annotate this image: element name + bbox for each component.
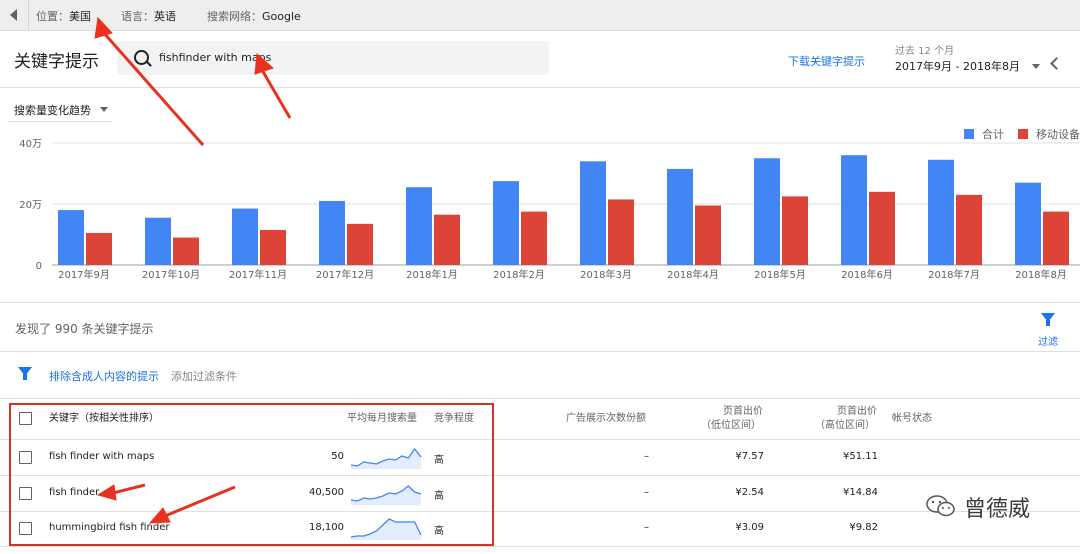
- filter-icon: [1041, 313, 1055, 326]
- bar-total: [145, 217, 171, 265]
- x-tick-label: 2018年1月: [406, 268, 458, 281]
- results-count: 发现了 990 条关键字提示: [15, 322, 154, 336]
- results-summary: 发现了 990 条关键字提示 过滤: [0, 303, 1080, 352]
- bar-mobile: [1043, 211, 1069, 265]
- x-tick-label: 2018年6月: [841, 268, 893, 281]
- bar-total: [841, 155, 867, 265]
- search-volume-chart-panel: 搜索量变化趋势 合计 移动设备 0 20万 40万 2017年9月 2017年10月 20…: [0, 88, 1080, 303]
- x-tick-label: 2018年5月: [754, 268, 806, 281]
- chevron-left-icon[interactable]: [1050, 57, 1063, 70]
- filter-chips-row: 排除含成人内容的提示 添加过滤条件: [0, 352, 1080, 399]
- x-tick-label: 2018年2月: [493, 268, 545, 281]
- bar-total: [580, 161, 606, 265]
- bar-mobile: [782, 196, 808, 265]
- bar-total: [319, 200, 345, 265]
- x-tick-label: 2017年9月: [58, 268, 110, 281]
- bar-mobile: [86, 232, 112, 265]
- col-bid-low-title[interactable]: 页首出价: [723, 405, 763, 419]
- x-tick-label: 2017年11月: [229, 268, 287, 281]
- location-bar: 位置：美国 语言：英语 搜索网络：Google: [0, 0, 1080, 31]
- add-filter-button[interactable]: 添加过滤条件: [171, 368, 237, 384]
- location-value: 美国: [69, 10, 91, 23]
- search-icon: [134, 50, 149, 65]
- filter-label: 过滤: [1038, 337, 1058, 348]
- col-bid-low-sub: （低位区间）: [701, 420, 761, 431]
- bar-total: [667, 168, 693, 265]
- bar-total: [406, 187, 432, 265]
- bar-mobile: [695, 205, 721, 265]
- chevron-down-icon[interactable]: [1032, 64, 1040, 69]
- bar-chart: 0 20万 40万 2017年9月 2017年10月 2017年11月 2017年12月 20…: [19, 139, 1080, 281]
- language-setting[interactable]: 语言：英语: [121, 8, 176, 24]
- bar-total: [232, 208, 258, 265]
- download-keywords-link[interactable]: 下载关键字提示: [788, 53, 865, 69]
- x-tick-label: 2018年3月: [580, 268, 632, 281]
- language-value: 英语: [154, 10, 176, 23]
- search-input[interactable]: fishfinder with maps: [159, 51, 271, 64]
- bar-total: [493, 181, 519, 265]
- bar-mobile: [347, 223, 373, 265]
- exclude-adult-filter[interactable]: 排除含成人内容的提示: [49, 368, 159, 384]
- col-impression-share[interactable]: 广告展示次数份额: [566, 412, 646, 426]
- bar-mobile: [260, 229, 286, 265]
- location-setting[interactable]: 位置：美国: [36, 8, 91, 24]
- page-title: 关键字提示: [14, 52, 99, 72]
- x-tick-label: 2018年8月: [1015, 268, 1067, 281]
- date-range-select[interactable]: 2017年9月 - 2018年8月: [895, 58, 1020, 74]
- bar-total: [1015, 182, 1041, 265]
- bar-mobile: [434, 214, 460, 265]
- bar-total: [58, 210, 84, 265]
- filter-icon: [18, 367, 32, 380]
- y-tick-label: 20万: [19, 200, 42, 211]
- keyword-search-box[interactable]: fishfinder with maps: [117, 41, 549, 75]
- y-tick-label: 40万: [19, 139, 42, 150]
- bar-total: [928, 159, 954, 265]
- location-label: 位置：: [36, 10, 69, 23]
- network-setting[interactable]: 搜索网络：Google: [207, 8, 301, 24]
- bar-mobile: [521, 211, 547, 265]
- col-bid-high-title[interactable]: 页首出价: [837, 405, 877, 419]
- chevron-left-icon: [10, 9, 17, 21]
- date-range-label: 过去 12 个月: [895, 46, 955, 57]
- bar-mobile: [869, 191, 895, 265]
- x-tick-label: 2018年7月: [928, 268, 980, 281]
- y-tick-label: 0: [36, 261, 42, 272]
- bar-mobile: [173, 237, 199, 265]
- x-tick-label: 2018年4月: [667, 268, 719, 281]
- network-label: 搜索网络：: [207, 10, 262, 23]
- col-account-status[interactable]: 帐号状态: [892, 412, 932, 426]
- annotation-box: [9, 403, 494, 546]
- bar-mobile: [608, 199, 634, 265]
- language-label: 语言：: [121, 10, 154, 23]
- bar-mobile: [956, 194, 982, 265]
- page-header: 关键字提示 fishfinder with maps 下载关键字提示 过去 12…: [0, 31, 1080, 88]
- network-value: Google: [262, 10, 301, 23]
- collapse-button[interactable]: [0, 0, 29, 30]
- watermark-text: 曾德威: [964, 497, 1031, 522]
- x-tick-label: 2017年10月: [142, 268, 200, 281]
- col-bid-high-sub: （高位区间）: [815, 420, 875, 431]
- wechat-icon: [926, 495, 955, 517]
- bar-total: [754, 158, 780, 265]
- x-tick-label: 2017年12月: [316, 268, 374, 281]
